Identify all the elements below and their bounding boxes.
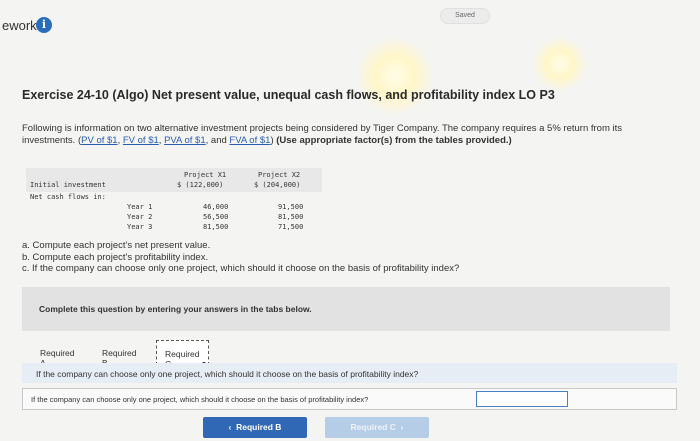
answer-row: If the company can choose only one proje… xyxy=(22,388,677,410)
info-icon[interactable]: i xyxy=(36,17,52,33)
instructions-box: Complete this question by entering your … xyxy=(22,287,670,331)
cash-flows-label: Net cash flows in: xyxy=(30,193,106,201)
year3-x2: 71,500 xyxy=(278,223,304,231)
exercise-title: Exercise 24-10 (Algo) Net present value,… xyxy=(22,88,555,102)
prev-required-b-button[interactable]: ‹ Required B xyxy=(203,417,307,438)
complete-prompt: Complete this question by entering your … xyxy=(39,304,312,314)
fva-table-link[interactable]: FVA of $1 xyxy=(229,135,270,146)
prev-button-label: Required B xyxy=(236,422,282,432)
year1-label: Year 1 xyxy=(127,203,153,211)
initial-investment-label: Initial investment xyxy=(30,181,106,189)
year3-x1: 81,500 xyxy=(203,223,229,231)
initial-x1: $ (122,000) xyxy=(177,181,224,189)
exercise-intro: Following is information on two alternat… xyxy=(22,123,623,146)
chevron-left-icon: ‹ xyxy=(228,422,232,432)
question-a: a. Compute each project's net present va… xyxy=(22,240,211,251)
work-label: ework xyxy=(2,18,37,33)
fv-table-link[interactable]: FV of $1 xyxy=(123,135,159,146)
chevron-right-icon: › xyxy=(400,422,404,432)
saved-status: Saved xyxy=(440,8,490,24)
tab-required-a[interactable]: Required A xyxy=(40,340,75,368)
year2-x1: 56,500 xyxy=(203,213,229,221)
question-c: c. If the company can choose only one pr… xyxy=(22,263,460,274)
year1-x2: 91,500 xyxy=(278,203,304,211)
pv-table-link[interactable]: PV of $1 xyxy=(81,135,117,146)
question-b: b. Compute each project's profitability … xyxy=(22,251,209,263)
pva-table-link[interactable]: PVA of $1 xyxy=(164,135,206,146)
next-button-label: Required C xyxy=(350,422,396,432)
answer-label: If the company can choose only one proje… xyxy=(31,395,369,404)
col-header-x2: Project X2 xyxy=(258,171,301,179)
next-required-c-button[interactable]: Required C › xyxy=(325,417,429,438)
question-list: a. Compute each project's net present va… xyxy=(22,240,459,275)
col-header-x1: Project X1 xyxy=(184,171,227,179)
year3-label: Year 3 xyxy=(127,223,153,231)
year1-x1: 46,000 xyxy=(203,203,229,211)
year2-label: Year 2 xyxy=(127,213,153,221)
initial-x2: $ (204,000) xyxy=(254,181,301,189)
tab-required-b[interactable]: Required B xyxy=(102,340,137,368)
glare-light xyxy=(355,36,435,116)
top-bar: ework i Saved xyxy=(0,0,700,60)
question-c-bar: If the company can choose only one proje… xyxy=(22,363,677,383)
year2-x2: 81,500 xyxy=(278,213,304,221)
glare-light xyxy=(532,36,588,92)
answer-input[interactable] xyxy=(476,391,568,407)
intro-instruction: (Use appropriate factor(s) from the tabl… xyxy=(276,135,512,146)
